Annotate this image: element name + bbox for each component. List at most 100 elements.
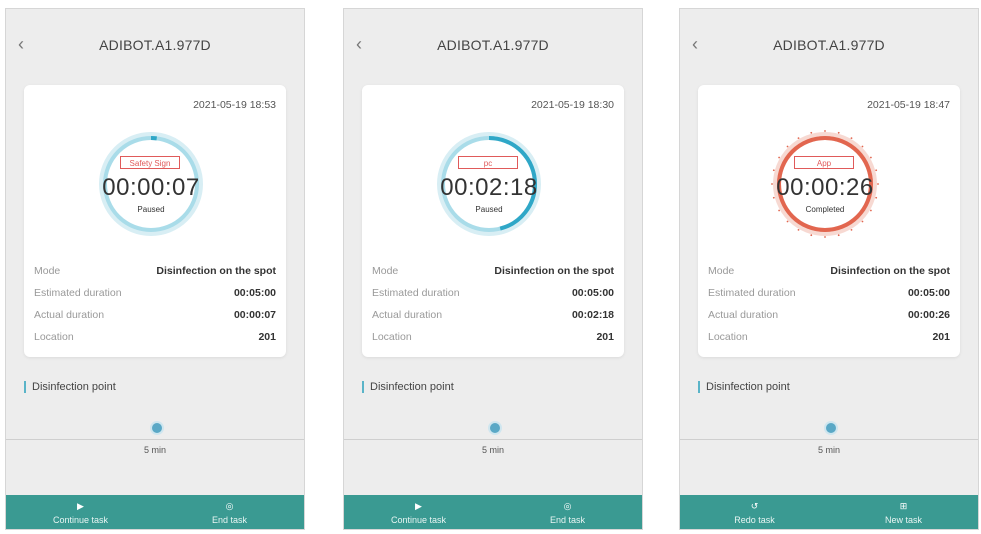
task-state: Paused xyxy=(137,205,165,214)
detail-row-location: Location 201 xyxy=(708,327,950,349)
detail-label: Location xyxy=(708,331,748,343)
ring-dot xyxy=(824,236,826,238)
detail-value: 201 xyxy=(596,331,614,343)
point-duration: 5 min xyxy=(481,445,504,455)
detail-value: 00:00:26 xyxy=(907,309,950,321)
continue-task-button[interactable]: ▶ Continue task xyxy=(344,495,493,529)
detail-row-actual: Actual duration 00:00:26 xyxy=(708,305,950,327)
detail-value: Disinfection on the spot xyxy=(494,265,614,277)
detail-list: Mode Disinfection on the spot Estimated … xyxy=(34,261,276,349)
action-label: New task xyxy=(884,515,922,525)
action-label: End task xyxy=(211,515,248,525)
disinfection-point-marker[interactable] xyxy=(150,421,164,435)
elapsed-time: 00:00:26 xyxy=(776,174,874,201)
detail-label: Estimated duration xyxy=(708,287,796,299)
timeline-line xyxy=(6,439,304,440)
phone-screen-1: ‹ ADIBOT.A1.977D 2021-05-19 18:53 Safety… xyxy=(5,8,305,530)
progress-ring: pc 00:02:18 Paused xyxy=(434,129,544,239)
detail-value: 201 xyxy=(932,331,950,343)
detail-value: 00:05:00 xyxy=(907,287,950,299)
task-datetime: 2021-05-19 18:53 xyxy=(193,99,276,111)
page-title: ADIBOT.A1.977D xyxy=(99,37,211,53)
task-datetime: 2021-05-19 18:47 xyxy=(867,99,950,111)
task-datetime: 2021-05-19 18:30 xyxy=(531,99,614,111)
detail-label: Mode xyxy=(372,265,399,277)
page-title: ADIBOT.A1.977D xyxy=(437,37,549,53)
ring-dot xyxy=(875,169,878,172)
end-task-button[interactable]: ◎ End task xyxy=(493,495,642,529)
section-title: Disinfection point xyxy=(698,381,790,393)
point-duration: 5 min xyxy=(143,445,166,455)
play-icon: ▶ xyxy=(77,501,84,511)
progress-ring: Safety Sign 00:00:07 Paused xyxy=(96,129,206,239)
ring-dot xyxy=(861,145,864,148)
detail-label: Estimated duration xyxy=(34,287,122,299)
stop-circle-icon: ◎ xyxy=(563,501,572,511)
detail-label: Estimated duration xyxy=(372,287,460,299)
play-icon: ▶ xyxy=(415,501,422,511)
detail-row-location: Location 201 xyxy=(372,327,614,349)
detail-row-mode: Mode Disinfection on the spot xyxy=(708,261,950,283)
task-state: Paused xyxy=(475,205,503,214)
redo-icon: ↺ xyxy=(750,501,759,511)
detail-label: Location xyxy=(372,331,412,343)
task-card: 2021-05-19 18:53 Safety Sign 00:00:07 Pa… xyxy=(24,85,286,357)
section-title: Disinfection point xyxy=(24,381,116,393)
header: ‹ ADIBOT.A1.977D xyxy=(6,9,304,69)
stop-circle-icon: ◎ xyxy=(225,501,234,511)
header: ‹ ADIBOT.A1.977D xyxy=(680,9,978,69)
detail-list: Mode Disinfection on the spot Estimated … xyxy=(372,261,614,349)
continue-task-button[interactable]: ▶ Continue task xyxy=(6,495,155,529)
detail-label: Mode xyxy=(34,265,61,277)
action-label: Continue task xyxy=(390,515,447,525)
detail-value: 201 xyxy=(258,331,276,343)
page-title: ADIBOT.A1.977D xyxy=(773,37,885,53)
detail-row-estimated: Estimated duration 00:05:00 xyxy=(34,283,276,305)
source-tag: App xyxy=(794,156,854,169)
detail-value: 00:05:00 xyxy=(571,287,614,299)
action-label: Redo task xyxy=(734,515,775,525)
action-label: End task xyxy=(549,515,586,525)
elapsed-time: 00:00:07 xyxy=(102,174,200,201)
source-tag: pc xyxy=(458,156,518,169)
action-bar: ▶ Continue task ◎ End task xyxy=(344,495,642,529)
section-title: Disinfection point xyxy=(362,381,454,393)
detail-row-estimated: Estimated duration 00:05:00 xyxy=(708,283,950,305)
detail-label: Actual duration xyxy=(34,309,105,321)
ring-dot xyxy=(850,228,853,231)
detail-value: 00:05:00 xyxy=(233,287,276,299)
ring-dot xyxy=(778,156,781,159)
detail-row-actual: Actual duration 00:02:18 xyxy=(372,305,614,327)
ring-dot xyxy=(824,130,826,132)
phone-screen-3: ‹ ADIBOT.A1.977D 2021-05-19 18:47 App 00… xyxy=(679,8,979,530)
ring-dot xyxy=(797,228,800,231)
end-task-button[interactable]: ◎ End task xyxy=(155,495,304,529)
detail-value: Disinfection on the spot xyxy=(830,265,950,277)
ring-dot xyxy=(810,234,813,237)
new-task-icon: ⊞ xyxy=(899,501,908,511)
progress-ring: App 00:00:26 Completed xyxy=(770,129,880,239)
disinfection-point-marker[interactable] xyxy=(824,421,838,435)
action-bar: ▶ Continue task ◎ End task xyxy=(6,495,304,529)
detail-row-actual: Actual duration 00:00:07 xyxy=(34,305,276,327)
detail-value: Disinfection on the spot xyxy=(156,265,276,277)
action-label: Continue task xyxy=(52,515,109,525)
redo-task-button[interactable]: ↺ Redo task xyxy=(680,495,829,529)
task-card: 2021-05-19 18:30 pc 00:02:18 Paused Mode… xyxy=(362,85,624,357)
task-state: Completed xyxy=(805,205,845,214)
ring-dot xyxy=(837,131,840,134)
detail-value: 00:02:18 xyxy=(571,309,614,321)
disinfection-point-marker[interactable] xyxy=(488,421,502,435)
ring-dot xyxy=(786,220,789,223)
detail-row-mode: Mode Disinfection on the spot xyxy=(34,261,276,283)
detail-list: Mode Disinfection on the spot Estimated … xyxy=(708,261,950,349)
ring-dot xyxy=(786,145,789,148)
phone-screen-2: ‹ ADIBOT.A1.977D 2021-05-19 18:30 pc 00:… xyxy=(343,8,643,530)
ring-dot xyxy=(850,137,853,140)
new-task-button[interactable]: ⊞ New task xyxy=(829,495,978,529)
timeline-line xyxy=(680,439,978,440)
detail-row-mode: Mode Disinfection on the spot xyxy=(372,261,614,283)
ring-dot xyxy=(810,131,813,134)
detail-label: Actual duration xyxy=(372,309,443,321)
ring-dot xyxy=(861,220,864,223)
